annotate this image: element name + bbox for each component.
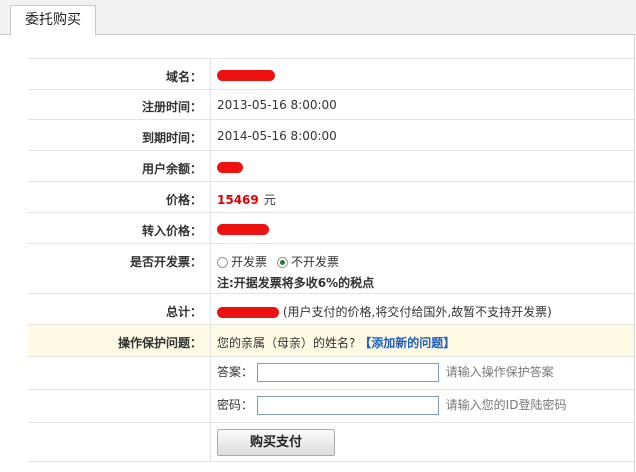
password-label: 密码： <box>217 398 254 412</box>
reg-time-label: 注册时间： <box>141 100 202 114</box>
row-submit: 购买支付 <box>28 423 634 462</box>
row-reg-time: 注册时间： 2013-05-16 8:00:00 <box>28 89 634 120</box>
invoice-no-label[interactable]: 不开发票 <box>291 255 339 269</box>
invoice-note: 注:开据发票将多收6%的税点 <box>217 276 375 290</box>
row-domain: 域名： <box>28 58 634 90</box>
domain-redacted <box>217 70 275 81</box>
security-question-suffix: ）的姓名? <box>301 336 356 350</box>
add-question-link[interactable]: 【添加新的问题】 <box>359 336 455 350</box>
security-label: 操作保护问题： <box>117 336 202 350</box>
row-exp-time: 到期时间： 2014-05-16 8:00:00 <box>28 120 634 151</box>
price-unit: 元 <box>263 193 276 207</box>
row-security-question: 操作保护问题： 您的亲属（母亲）的姓名? 【添加新的问题】 <box>28 325 634 357</box>
password-hint: 请输入您的ID登陆密码 <box>445 398 567 412</box>
reg-time-value: 2013-05-16 8:00:00 <box>217 98 337 112</box>
security-question-relation: 母亲 <box>277 336 302 350</box>
row-password: 密码： 请输入您的ID登陆密码 <box>28 390 634 423</box>
divider <box>634 34 635 472</box>
invoice-yes-radio[interactable] <box>217 257 228 268</box>
balance-label: 用户余额： <box>141 162 202 176</box>
row-total: 总计： (用户支付的价格,将交付给国外,故暂不支持开发票) <box>28 294 634 325</box>
answer-hint: 请输入操作保护答案 <box>445 365 554 379</box>
total-label: 总计： <box>165 305 202 319</box>
row-invoice: 是否开发票： 开发票 不开发票 注:开据发票将多收6%的税点 <box>28 244 634 294</box>
domain-label: 域名： <box>165 70 202 84</box>
tab-commission-purchase[interactable]: 委托购买 <box>10 5 96 36</box>
total-note: (用户支付的价格,将交付给国外,故暂不支持开发票) <box>282 305 552 319</box>
row-answer: 答案： 请输入操作保护答案 <box>28 357 634 390</box>
price-value: 15469 <box>217 193 259 207</box>
exp-time-value: 2014-05-16 8:00:00 <box>217 129 337 143</box>
answer-input[interactable] <box>256 363 439 382</box>
exp-time-label: 到期时间： <box>141 131 202 145</box>
purchase-pay-button[interactable]: 购买支付 <box>217 429 335 456</box>
security-question-prefix: 您的亲属（ <box>217 336 278 350</box>
password-input[interactable] <box>256 396 439 415</box>
row-balance: 用户余额： <box>28 151 634 182</box>
invoice-yes-label[interactable]: 开发票 <box>231 255 267 269</box>
total-redacted <box>217 307 279 318</box>
row-price: 价格： 15469 元 <box>28 182 634 213</box>
price-label: 价格： <box>165 193 202 207</box>
transfer-price-redacted <box>217 224 269 235</box>
tab-bar: 委托购买 <box>0 0 636 36</box>
row-transfer-price: 转入价格： <box>28 213 634 244</box>
balance-redacted <box>217 162 243 173</box>
answer-label: 答案： <box>217 365 254 379</box>
transfer-price-label: 转入价格： <box>141 224 202 238</box>
invoice-label: 是否开发票： <box>129 255 202 269</box>
invoice-no-radio[interactable] <box>277 257 289 268</box>
